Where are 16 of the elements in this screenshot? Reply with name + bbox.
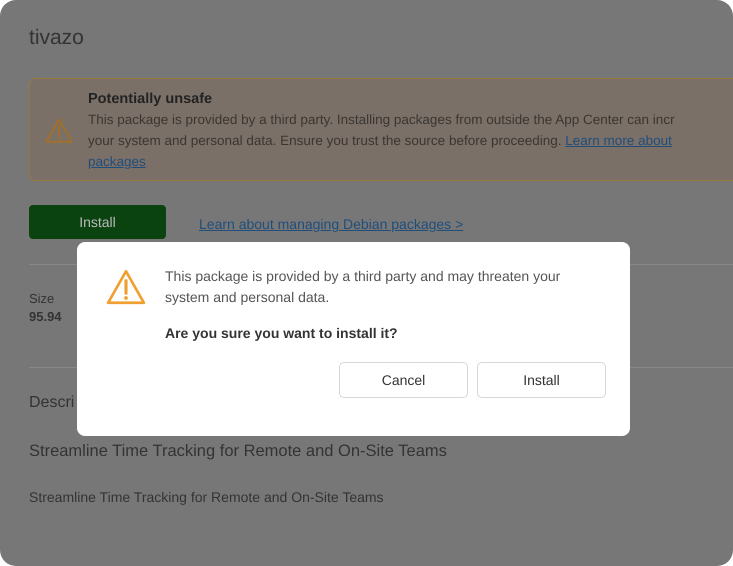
cancel-button[interactable]: Cancel [339, 362, 468, 398]
app-title: tivazo [29, 26, 84, 51]
warning-text: This package is provided by a third party. Installing packages from outside the App Center can incr [88, 112, 675, 127]
description-text: Streamline Time Tracking for Remote and On-Site Teams [29, 489, 384, 505]
description-heading: Descri [29, 394, 74, 412]
warning-icon [44, 117, 74, 144]
summary-text: Streamline Time Tracking for Remote and On-Site Teams [29, 442, 447, 461]
install-button[interactable]: Install [29, 205, 166, 239]
dialog-question: Are you sure you want to install it? [165, 324, 399, 343]
warning-icon [105, 268, 147, 306]
dialog-message: This package is provided by a third party and may threaten your system and personal data. [165, 267, 562, 307]
warning-heading: Potentially unsafe [88, 90, 214, 109]
install-button[interactable]: Install [477, 362, 606, 398]
size-label: Size [29, 291, 54, 306]
size-value: 95.94 [29, 309, 62, 324]
warning-text: your system and personal data. Ensure you trust the source before proceeding. [88, 133, 563, 148]
